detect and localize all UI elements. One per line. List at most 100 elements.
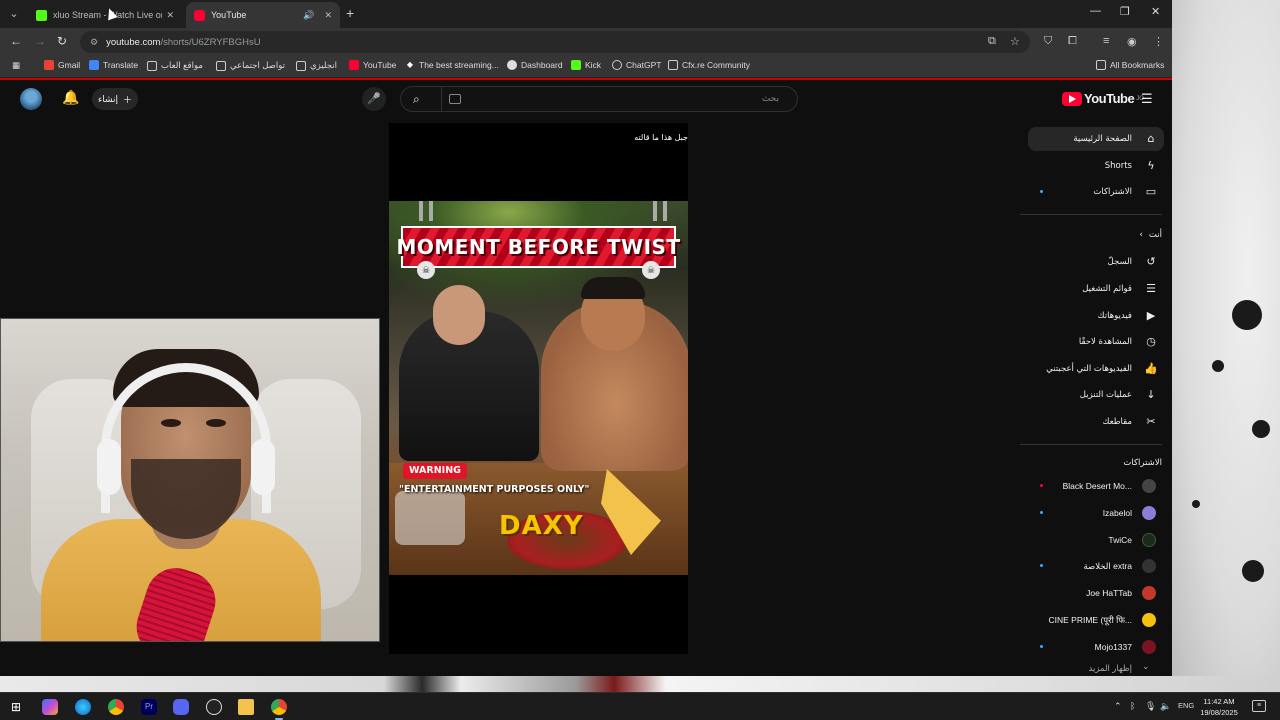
create-button[interactable]: إنشاء ＋ bbox=[92, 88, 138, 110]
creator-watermark: DAXY bbox=[499, 511, 584, 541]
bookmark-folder-games[interactable]: مواقع العاب bbox=[147, 60, 203, 71]
short-caption: جبل هذا ما قالته bbox=[634, 133, 688, 142]
search-icon[interactable]: ⌕ bbox=[413, 92, 420, 107]
subscription-item[interactable]: Joe HaTTab bbox=[1028, 581, 1164, 605]
new-tab-button[interactable]: + bbox=[346, 6, 354, 20]
tab-kick-stream[interactable]: xluo Stream - Watch Live on Kick ✕ bbox=[28, 2, 182, 28]
shorts-icon: ϟ bbox=[1147, 159, 1155, 172]
extensions-icon[interactable]: ⧠ bbox=[1068, 35, 1077, 48]
youtube-logo[interactable]: YouTube JO bbox=[1062, 91, 1144, 106]
sidebar-item-downloads[interactable]: عمليات التنزيل ↓ bbox=[1028, 383, 1164, 407]
window-close-icon[interactable]: ✕ bbox=[1151, 5, 1160, 18]
tray-overflow-icon[interactable]: ⌃ bbox=[1114, 701, 1122, 712]
video-lantern bbox=[663, 201, 667, 221]
discord-icon[interactable] bbox=[173, 699, 189, 715]
show-more-button[interactable]: إظهار المزيد ⌄ bbox=[1028, 660, 1164, 676]
site-info-icon[interactable]: ⚙ bbox=[90, 37, 98, 48]
watch-later-icon: ◷ bbox=[1146, 335, 1156, 348]
shield-icon[interactable]: ⛉ bbox=[1044, 35, 1052, 48]
close-icon[interactable]: ✕ bbox=[324, 10, 332, 21]
guide-menu-icon[interactable]: ☰ bbox=[1141, 91, 1153, 107]
tray-volume-icon[interactable]: 🔈 bbox=[1160, 701, 1171, 712]
search-box[interactable]: ⌕ bbox=[400, 86, 798, 112]
media-control-icon[interactable]: ≡ bbox=[1103, 35, 1109, 47]
bookmark-chatgpt[interactable]: ChatGPT bbox=[612, 60, 661, 70]
translate-icon bbox=[89, 60, 99, 70]
subscription-item[interactable]: CINE PRIME (पूरी फि... bbox=[1028, 608, 1164, 632]
search-divider bbox=[441, 87, 442, 111]
back-icon[interactable]: ← bbox=[10, 34, 22, 48]
bookmark-star-icon[interactable]: ☆ bbox=[1010, 35, 1020, 48]
notifications-icon[interactable]: ≡ bbox=[1252, 700, 1266, 712]
clock-time: 11:42 AM bbox=[1203, 697, 1235, 706]
all-bookmarks-button[interactable]: All Bookmarks bbox=[1096, 60, 1164, 70]
account-avatar[interactable] bbox=[20, 88, 42, 110]
close-icon[interactable]: ✕ bbox=[166, 10, 174, 21]
restore-icon[interactable]: ❐ bbox=[1120, 5, 1130, 18]
explorer-icon[interactable] bbox=[238, 699, 254, 715]
chrome-active-icon[interactable] bbox=[271, 699, 287, 720]
sidebar-item-home[interactable]: الصفحة الرئيسية ⌂ bbox=[1028, 127, 1164, 151]
minimize-icon[interactable]: — bbox=[1090, 5, 1101, 17]
tray-language[interactable]: ENG bbox=[1178, 701, 1194, 710]
address-bar[interactable]: ⚙ youtube.com /shorts/U6ZRYFBGHsU bbox=[80, 31, 1030, 53]
sidebar-item-shorts[interactable]: Shorts ϟ bbox=[1028, 154, 1164, 178]
reload-icon[interactable]: ↻ bbox=[57, 34, 67, 48]
keyboard-icon[interactable] bbox=[449, 94, 461, 104]
ink-splatter bbox=[1242, 560, 1264, 582]
bookmark-folder-social[interactable]: تواصل اجتماعي bbox=[216, 60, 285, 71]
bookmark-youtube[interactable]: YouTube bbox=[349, 60, 396, 70]
channel-avatar bbox=[1142, 559, 1156, 573]
chrome-icon[interactable] bbox=[108, 699, 124, 715]
voice-search-mic-icon[interactable]: 🎤 bbox=[362, 87, 386, 111]
sidebar-item-liked-videos[interactable]: الفيديوهات التي أعجبتني 👍 bbox=[1028, 357, 1164, 381]
forward-icon[interactable]: → bbox=[34, 34, 46, 48]
sidebar-item-clips[interactable]: مقاطعك ✂ bbox=[1028, 410, 1164, 434]
search-input[interactable] bbox=[471, 89, 789, 109]
menu-dots-icon[interactable]: ⋮ bbox=[1153, 35, 1164, 48]
ink-splatter bbox=[1192, 500, 1200, 508]
notifications-bell-icon[interactable]: 🔔 bbox=[62, 89, 79, 106]
obs-icon[interactable] bbox=[206, 699, 222, 715]
tray-bluetooth-icon[interactable]: ᛒ bbox=[1130, 701, 1135, 711]
bookmark-gmail[interactable]: Gmail bbox=[44, 60, 80, 70]
sidebar-item-subscriptions[interactable]: الاشتراكات ▭ bbox=[1028, 180, 1164, 204]
speaker-icon[interactable]: 🔊 bbox=[303, 10, 314, 21]
profile-icon[interactable]: ◉ bbox=[1127, 35, 1137, 48]
new-content-dot bbox=[1040, 511, 1043, 514]
copilot-icon[interactable] bbox=[42, 699, 58, 715]
subscription-item[interactable]: Mojo1337 bbox=[1028, 635, 1164, 659]
history-icon: ↺ bbox=[1146, 255, 1156, 268]
tab-youtube[interactable]: YouTube 🔊 ✕ bbox=[186, 2, 340, 28]
bookmark-cfx[interactable]: Cfx.re Community bbox=[668, 60, 750, 70]
sidebar-item-watch-later[interactable]: المشاهدة لاحقًا ◷ bbox=[1028, 330, 1164, 354]
bookmark-folder-english[interactable]: انجليزي bbox=[296, 60, 337, 71]
sidebar-item-playlists[interactable]: قوائم التشغيل ☰ bbox=[1028, 277, 1164, 301]
cfx-icon bbox=[668, 60, 678, 70]
bookmark-dashboard[interactable]: Dashboard bbox=[507, 60, 563, 70]
tab-search-icon[interactable]: ⌄ bbox=[6, 6, 22, 22]
taskbar-clock[interactable]: 11:42 AM 19/08/2025 bbox=[1196, 696, 1242, 718]
sidebar-you-heading[interactable]: ‹ أنت bbox=[1140, 230, 1162, 240]
premiere-icon[interactable]: Pr bbox=[141, 699, 157, 715]
subscription-item[interactable]: TwiCe bbox=[1028, 528, 1164, 552]
sidebar-item-your-videos[interactable]: فيديوهاتك ▶ bbox=[1028, 304, 1164, 328]
tray-mic-icon[interactable]: 🎙 bbox=[1145, 701, 1156, 712]
install-app-icon[interactable]: ⧉ bbox=[988, 35, 996, 48]
windows-start-icon[interactable]: ⊞ bbox=[8, 699, 24, 715]
apps-grid-icon[interactable]: ▦ bbox=[12, 60, 20, 71]
short-video-frame[interactable]: MOMENT BEFORE TWIST ☠ ☠ WARNING "ENTERTA… bbox=[389, 201, 688, 575]
subscription-item[interactable]: Izabelol bbox=[1028, 501, 1164, 525]
bookmark-streaming[interactable]: ◆ The best streaming... bbox=[405, 60, 499, 70]
bookmark-kick[interactable]: Kick bbox=[571, 60, 601, 70]
subscription-item[interactable]: Black Desert Mo... bbox=[1028, 474, 1164, 498]
bookmark-translate[interactable]: Translate bbox=[89, 60, 138, 70]
subscription-item[interactable]: الخلاصة extra bbox=[1028, 554, 1164, 578]
sidebar-subscriptions-heading[interactable]: الاشتراكات bbox=[1123, 458, 1162, 468]
edge-icon[interactable] bbox=[75, 699, 91, 715]
video-person-left bbox=[399, 285, 539, 461]
like-icon: 👍 bbox=[1144, 362, 1158, 375]
shorts-player[interactable]: جبل هذا ما قالته MOMENT BEFORE TWIST ☠ ☠… bbox=[389, 123, 688, 654]
sidebar-item-history[interactable]: السجلّ ↺ bbox=[1028, 250, 1164, 274]
folder-icon bbox=[216, 60, 226, 71]
